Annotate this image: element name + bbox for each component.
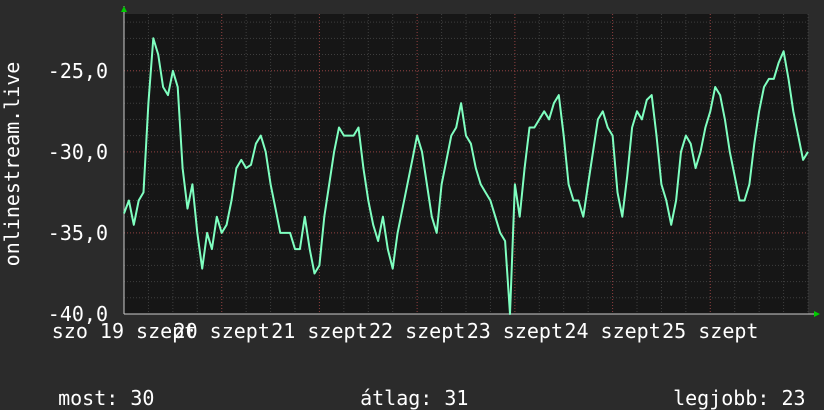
chart: -25,0-30,0-35,0-40,0szo 19 szept20 szept… [0,6,820,343]
y-tick-label: -30,0 [48,140,108,164]
stat-average: átlag: 31 [336,362,468,410]
x-tick-label: 23 szept [467,319,563,343]
y-tick-label: -25,0 [48,59,108,83]
x-axis-arrow-icon [814,311,820,317]
stat-average-value: 31 [444,386,469,410]
stat-best-label: legjobb: [673,386,770,410]
x-tick-label: 22 szept [369,319,465,343]
y-tick-label: -35,0 [48,221,108,245]
stat-average-label: átlag: [360,386,433,410]
stat-best-value: 23 [781,386,806,410]
stat-current: most: 30 [34,362,154,410]
y-axis-arrow-icon [121,6,127,12]
x-tick-label: 21 szept [271,319,367,343]
stat-current-label: most: [58,386,119,410]
stat-current-value: 30 [130,386,155,410]
y-axis-label: onlinestream.live [0,62,24,267]
stat-best: legjobb: 23 [649,362,806,410]
x-tick-label: 24 szept [564,319,660,343]
x-tick-label: 25 szept [662,319,758,343]
x-tick-label: 20 szept [174,319,270,343]
